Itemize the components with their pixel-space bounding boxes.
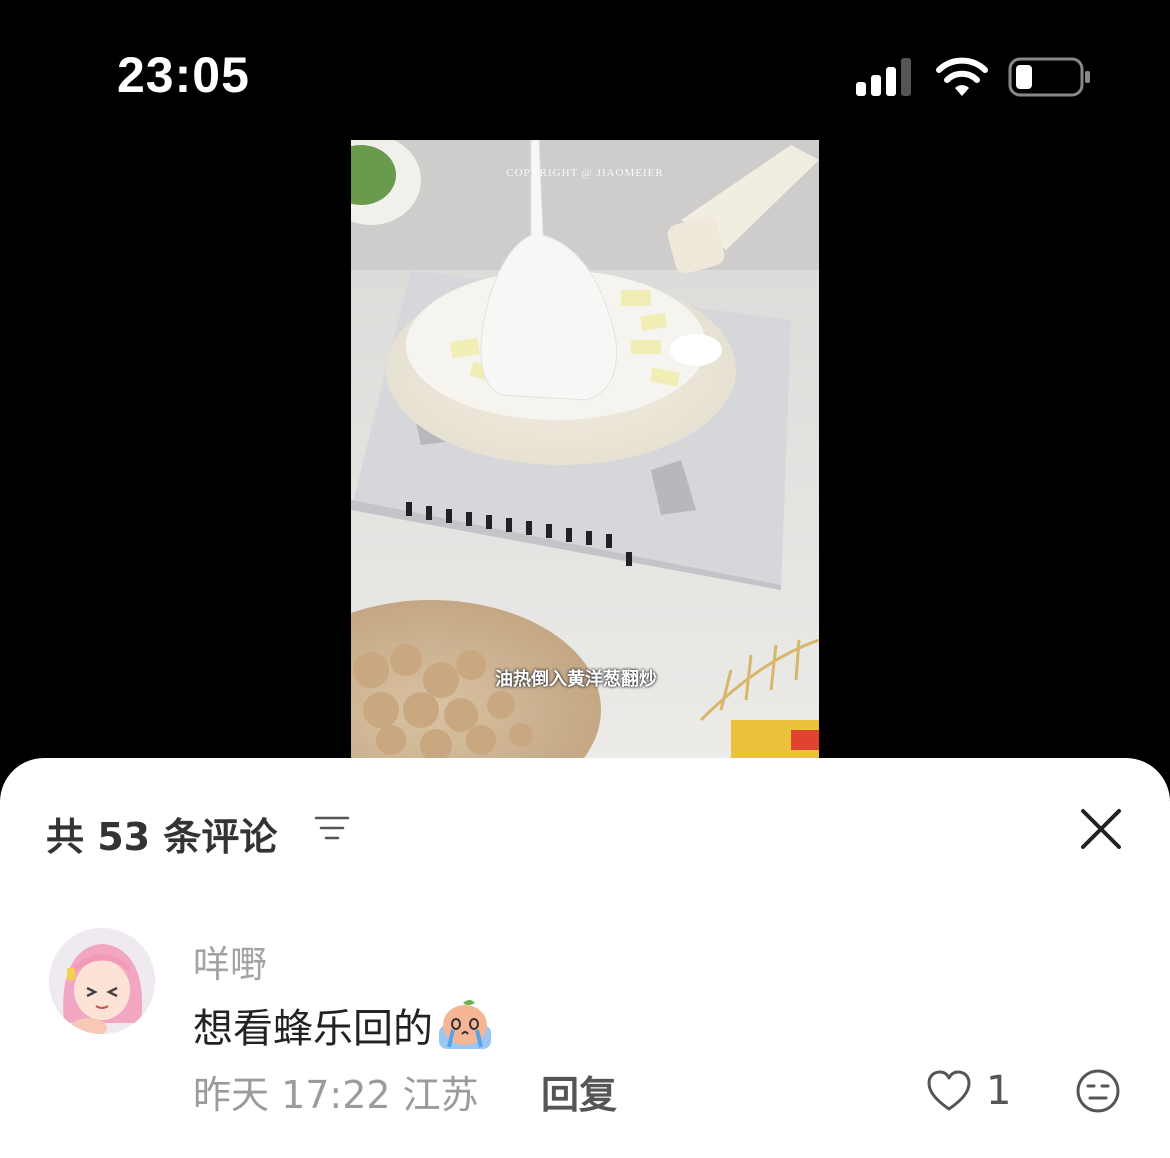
comment-username[interactable]: 咩嘢 [193, 934, 267, 988]
status-time: 23:05 [117, 47, 250, 103]
status-bar: 23:05 [0, 0, 1170, 140]
like-count: 1 [986, 1068, 1012, 1114]
video-subtitle: 油热倒入黄洋葱翻炒 [495, 669, 657, 690]
comments-sheet: 共 53 条评论 咩嘢 想看蜂乐回的 昨天 17:22 江苏 回复 1 [0, 758, 1170, 1158]
expressionless-face-icon[interactable] [1075, 1068, 1121, 1114]
avatar[interactable] [49, 928, 155, 1034]
heart-icon[interactable] [926, 1070, 972, 1112]
wifi-icon [936, 57, 988, 96]
sort-filter-icon[interactable] [314, 814, 350, 842]
close-icon[interactable] [1076, 804, 1126, 854]
comments-count-title: 共 53 条评论 [46, 815, 278, 859]
crying-peach-emoji-icon [439, 1000, 491, 1049]
comment-body: 想看蜂乐回的 [193, 996, 495, 1054]
video-player[interactable]: COPYRIGHT @ JIAOMEIER 油热倒入黄洋葱翻炒 [351, 140, 819, 760]
comment-text: 想看蜂乐回的 [193, 1006, 433, 1052]
battery-icon [1008, 57, 1090, 97]
reply-button[interactable]: 回复 [541, 1064, 617, 1119]
cellular-signal-icon [856, 58, 911, 96]
comment-meta: 昨天 17:22 江苏 [193, 1073, 479, 1117]
video-watermark: COPYRIGHT @ JIAOMEIER [506, 167, 664, 179]
avatar-image [49, 928, 155, 1034]
